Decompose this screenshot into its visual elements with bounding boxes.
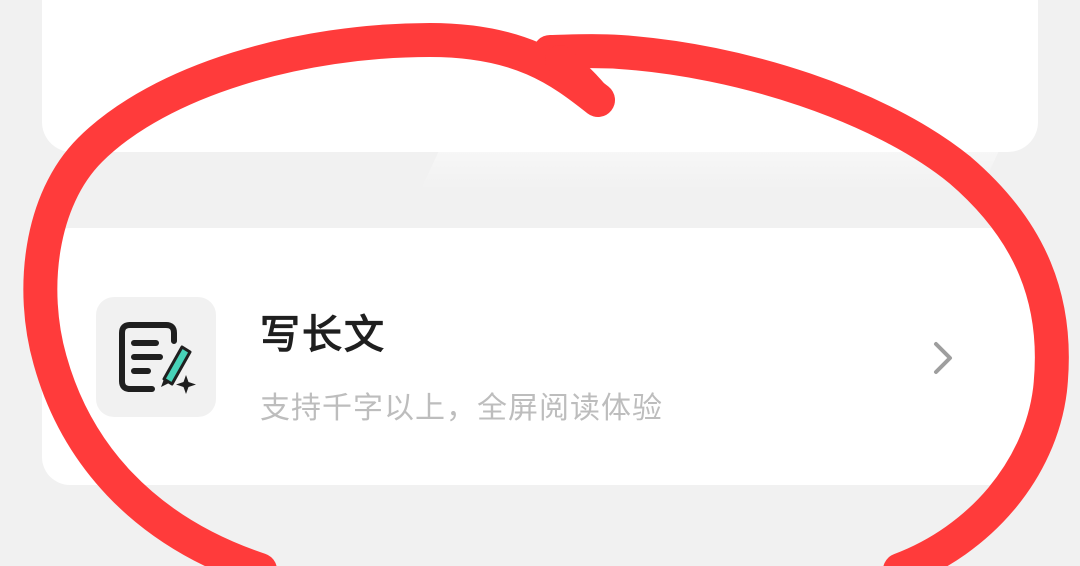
- long-article-icon-box: [96, 297, 216, 417]
- long-article-edit-icon: [119, 322, 196, 394]
- item-subtitle: 支持千字以上，全屏阅读体验: [260, 391, 663, 426]
- chevron-right-icon: [934, 342, 952, 374]
- screen: 写长文 支持千字以上，全屏阅读体验: [0, 0, 1080, 566]
- top-card: [42, 0, 1038, 152]
- item-title: 写长文: [260, 312, 386, 358]
- glare-decoration: [420, 150, 1000, 190]
